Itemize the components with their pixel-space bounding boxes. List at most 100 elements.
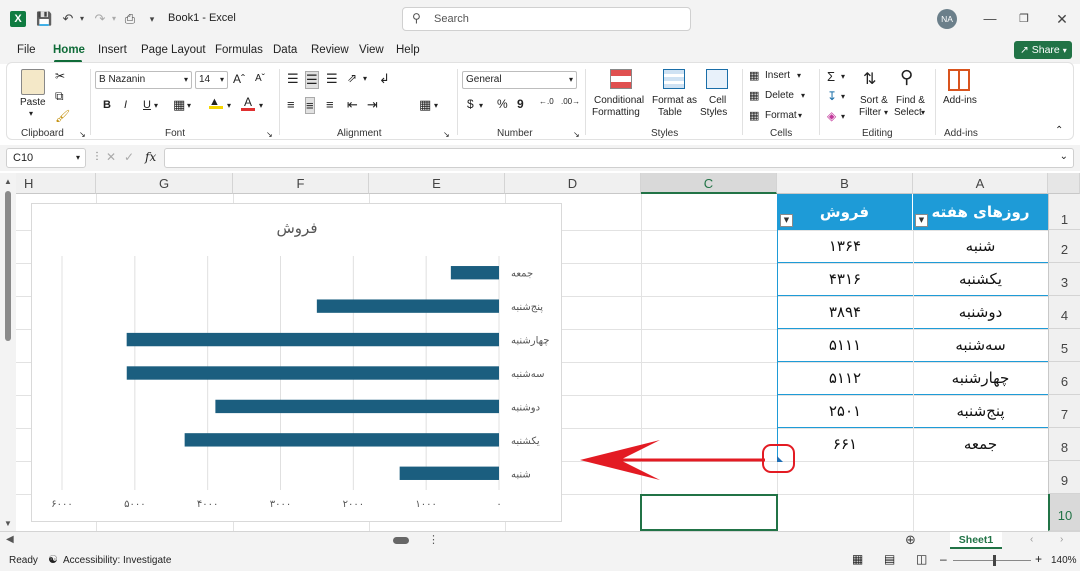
autosum-dropdown-icon[interactable]: ▾ xyxy=(841,72,845,81)
day-cell[interactable]: دوشنبه xyxy=(913,296,1048,329)
scroll-up-icon[interactable]: ▲ xyxy=(4,177,12,186)
zoom-slider-thumb[interactable] xyxy=(993,555,996,566)
name-box[interactable]: C10 ▾ xyxy=(6,148,86,168)
merge-dropdown-icon[interactable]: ▾ xyxy=(434,101,438,110)
formatting-label[interactable]: Formatting xyxy=(592,107,640,118)
column-header-d[interactable]: D xyxy=(505,173,641,194)
number-format-combo[interactable]: General ▾ xyxy=(462,71,577,89)
day-cell[interactable]: یکشنبه xyxy=(913,263,1048,296)
table-header-sales[interactable]: فروش ▼ xyxy=(777,194,913,230)
add-ins-button[interactable]: Add-ins xyxy=(943,95,977,106)
day-cell[interactable]: جمعه xyxy=(913,428,1048,461)
zoom-out-icon[interactable]: – xyxy=(940,552,947,566)
fill-dropdown-icon[interactable]: ▾ xyxy=(841,92,845,101)
decrease-indent-icon[interactable]: ⇤ xyxy=(347,97,358,113)
sort-dropdown-icon[interactable]: ▾ xyxy=(884,108,888,117)
format-dropdown-icon[interactable]: ▾ xyxy=(798,111,802,120)
add-ins-icon[interactable] xyxy=(948,69,970,91)
clipboard-launcher-icon[interactable]: ↘ xyxy=(79,130,86,139)
increase-decimal-icon[interactable]: ←.0 xyxy=(539,97,554,106)
borders-icon[interactable]: ▦ xyxy=(173,97,185,113)
middle-align-icon[interactable]: ☰ xyxy=(305,71,319,89)
delete-cells-button[interactable]: Delete xyxy=(765,90,794,101)
paste-button[interactable]: Paste xyxy=(20,97,46,108)
top-align-icon[interactable]: ☰ xyxy=(287,71,299,87)
more-options-icon[interactable]: ⋮ xyxy=(92,151,102,162)
sales-cell[interactable]: ۲۵۰۱ xyxy=(777,395,913,428)
row-header-7[interactable]: 7 xyxy=(1048,395,1080,428)
currency-button[interactable]: $ xyxy=(467,97,474,111)
day-cell[interactable]: شنبه xyxy=(913,230,1048,263)
font-size-combo[interactable]: 14 ▾ xyxy=(195,71,228,89)
increase-font-icon[interactable]: Aˆ xyxy=(233,72,245,86)
more-options-icon[interactable]: ⋮ xyxy=(428,533,439,546)
sheet-prev-icon[interactable]: ‹ xyxy=(1030,534,1033,545)
format-painter-icon[interactable]: 🖌 xyxy=(55,109,70,123)
copy-icon[interactable]: ⧉ xyxy=(55,89,64,104)
insert-dropdown-icon[interactable]: ▾ xyxy=(797,71,801,80)
font-color-dropdown-icon[interactable]: ▾ xyxy=(259,101,263,110)
cancel-entry-icon[interactable]: ✕ xyxy=(106,150,116,164)
customize-toolbar-icon[interactable]: ▾ xyxy=(144,11,160,27)
row-header-10[interactable]: 10 xyxy=(1048,494,1080,531)
column-header-f[interactable]: F xyxy=(233,173,369,194)
sales-cell[interactable]: ۱۳۶۴ xyxy=(777,230,913,263)
clear-icon[interactable]: ◈ xyxy=(827,109,836,123)
cell-label[interactable]: Cell xyxy=(709,95,726,106)
filter-label[interactable]: Filter xyxy=(859,107,881,118)
redo-dropdown-icon[interactable]: ▾ xyxy=(106,11,122,27)
print-icon[interactable]: ⎙ xyxy=(122,11,138,27)
font-launcher-icon[interactable]: ↘ xyxy=(266,130,273,139)
day-cell[interactable]: پنج‌شنبه xyxy=(913,395,1048,428)
sales-cell[interactable]: ۵۱۱۲ xyxy=(777,362,913,395)
conditional-formatting-label[interactable]: Conditional xyxy=(594,95,644,106)
decrease-decimal-icon[interactable]: .00→ xyxy=(561,97,580,106)
tab-formulas[interactable]: Formulas xyxy=(215,44,263,56)
format-cells-icon[interactable]: ▦ xyxy=(749,109,759,122)
wrap-text-icon[interactable]: ↲ xyxy=(379,71,390,87)
save-icon[interactable]: 💾 xyxy=(36,11,52,27)
zoom-in-icon[interactable]: + xyxy=(1035,552,1042,566)
sheet-tab-sheet1[interactable]: Sheet1 xyxy=(950,532,1002,549)
selected-cell[interactable] xyxy=(640,494,778,531)
sort-filter-icon[interactable]: ⇅ xyxy=(863,69,876,89)
format-cells-button[interactable]: Format xyxy=(765,110,797,121)
table-header-day[interactable]: روزهای هفته ▼ xyxy=(913,194,1048,230)
horizontal-scrollbar-thumb[interactable] xyxy=(393,537,409,544)
orientation-dropdown-icon[interactable]: ▾ xyxy=(363,74,367,83)
find-label[interactable]: Find & xyxy=(896,95,925,106)
row-header-3[interactable]: 3 xyxy=(1048,263,1080,296)
cell-styles-icon[interactable] xyxy=(706,69,728,89)
format-as-table-icon[interactable] xyxy=(663,69,685,89)
merge-center-icon[interactable]: ▦ xyxy=(419,97,431,113)
tab-view[interactable]: View xyxy=(359,44,384,56)
page-break-view-icon[interactable]: ◫ xyxy=(916,552,927,566)
scroll-left-icon[interactable]: ◀ xyxy=(6,534,14,545)
cell-styles-label[interactable]: Styles xyxy=(700,107,727,118)
italic-button[interactable]: I xyxy=(124,99,127,111)
insert-cells-button[interactable]: Insert xyxy=(765,70,790,81)
column-header-g[interactable]: G xyxy=(96,173,233,194)
align-right-icon[interactable]: ≡ xyxy=(326,97,334,112)
filter-dropdown-icon[interactable]: ▼ xyxy=(915,214,928,227)
filter-dropdown-icon[interactable]: ▼ xyxy=(780,214,793,227)
table-label[interactable]: Table xyxy=(658,107,682,118)
column-header-b[interactable]: B xyxy=(777,173,913,194)
normal-view-icon[interactable]: ▦ xyxy=(852,552,863,566)
tab-page-layout[interactable]: Page Layout xyxy=(141,44,206,56)
font-name-combo[interactable]: B Nazanin ▾ xyxy=(95,71,192,89)
row-header-1[interactable]: 1 xyxy=(1048,194,1080,230)
percent-button[interactable]: % xyxy=(497,97,508,111)
underline-dropdown-icon[interactable]: ▾ xyxy=(154,101,158,110)
row-header-9[interactable]: 9 xyxy=(1048,461,1080,494)
tab-help[interactable]: Help xyxy=(396,44,420,56)
tab-home[interactable]: Home xyxy=(53,44,85,56)
delete-dropdown-icon[interactable]: ▾ xyxy=(801,91,805,100)
decrease-font-icon[interactable]: Aˇ xyxy=(255,73,265,84)
row-header-5[interactable]: 5 xyxy=(1048,329,1080,362)
conditional-formatting-icon[interactable] xyxy=(610,69,632,89)
zoom-slider[interactable] xyxy=(953,560,1031,561)
comma-style-button[interactable]: 9 xyxy=(517,97,524,111)
fill-color-icon[interactable]: ▲ xyxy=(209,97,223,109)
font-color-icon[interactable]: A xyxy=(241,96,255,111)
